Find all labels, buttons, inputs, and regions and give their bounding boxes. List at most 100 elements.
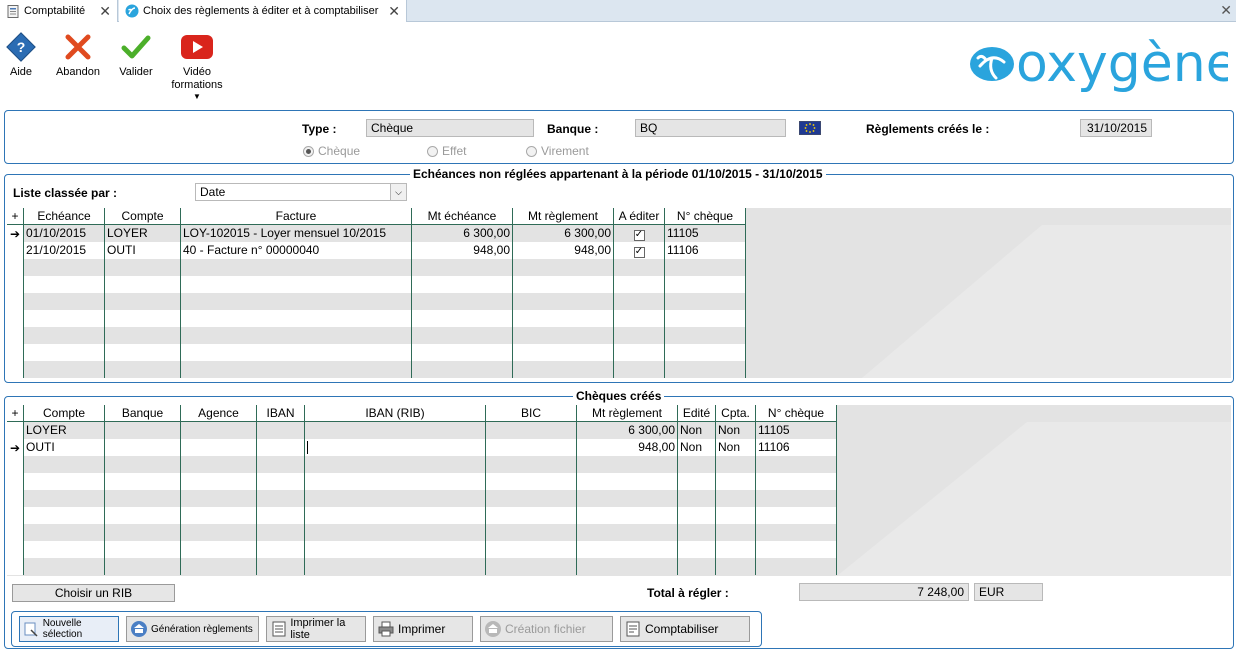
close-icon[interactable]: ✕ [388,3,400,20]
radio-effet[interactable]: Effet [427,144,466,158]
empty-cell[interactable] [486,524,577,541]
col-header[interactable]: N° chèque [756,405,837,422]
empty-cell[interactable] [305,541,486,558]
empty-cell[interactable] [665,310,746,327]
empty-cell[interactable] [257,541,305,558]
empty-cell[interactable] [412,276,513,293]
empty-cell[interactable] [486,456,577,473]
cell-agency[interactable] [181,439,257,456]
col-header[interactable]: Mt échéance [412,208,513,225]
empty-cell[interactable] [577,473,678,490]
empty-cell[interactable] [24,259,105,276]
empty-cell[interactable] [513,361,614,378]
empty-cell[interactable] [305,558,486,575]
cell-iban[interactable] [257,422,305,439]
empty-cell[interactable] [577,507,678,524]
empty-cell[interactable] [105,259,181,276]
empty-cell[interactable] [513,293,614,310]
row-selector[interactable] [7,558,24,575]
chevron-down-icon[interactable]: ▼ [171,92,223,101]
row-selector[interactable] [7,422,24,439]
empty-cell[interactable] [105,507,181,524]
row-selector[interactable] [7,344,24,361]
chevron-down-icon[interactable]: ⌵ [390,184,406,200]
row-selector[interactable] [7,327,24,344]
row-selector[interactable] [7,524,24,541]
checkbox-checked[interactable]: ✓ [633,229,645,241]
empty-cell[interactable] [24,344,105,361]
empty-cell[interactable] [756,490,837,507]
empty-cell[interactable] [665,327,746,344]
empty-row[interactable] [7,259,746,276]
col-header[interactable]: Edité [678,405,716,422]
empty-cell[interactable] [614,276,665,293]
empty-cell[interactable] [614,310,665,327]
empty-cell[interactable] [24,456,105,473]
empty-cell[interactable] [665,259,746,276]
empty-cell[interactable] [716,541,756,558]
empty-row[interactable] [7,541,837,558]
empty-cell[interactable] [181,541,257,558]
empty-row[interactable] [7,524,837,541]
empty-row[interactable] [7,507,837,524]
help-button[interactable]: ? Aide [4,30,38,78]
empty-cell[interactable] [577,490,678,507]
row-selector[interactable] [7,456,24,473]
row-selector[interactable] [7,293,24,310]
empty-cell[interactable] [486,541,577,558]
empty-cell[interactable] [716,507,756,524]
empty-cell[interactable] [105,293,181,310]
col-header[interactable]: Cpta. [716,405,756,422]
empty-cell[interactable] [305,456,486,473]
cancel-button[interactable]: Abandon [55,30,101,78]
radio-cheque[interactable]: Chèque [303,144,360,158]
empty-cell[interactable] [756,541,837,558]
empty-cell[interactable] [181,310,412,327]
empty-cell[interactable] [614,344,665,361]
empty-cell[interactable] [305,473,486,490]
empty-cell[interactable] [412,310,513,327]
empty-cell[interactable] [513,259,614,276]
row-selector[interactable] [7,242,24,259]
col-header[interactable]: A éditer [614,208,665,225]
col-header[interactable]: IBAN [257,405,305,422]
col-header[interactable]: Mt règlement [577,405,678,422]
empty-cell[interactable] [105,456,181,473]
empty-cell[interactable] [678,524,716,541]
validate-button[interactable]: Valider [118,30,154,78]
col-header[interactable]: Agence [181,405,257,422]
col-header[interactable]: Compte [105,208,181,225]
empty-row[interactable] [7,293,746,310]
empty-cell[interactable] [486,490,577,507]
empty-cell[interactable] [24,507,105,524]
cell-agency[interactable] [181,422,257,439]
sort-select[interactable]: Date ⌵ [195,183,407,201]
empty-cell[interactable] [105,524,181,541]
empty-cell[interactable] [181,473,257,490]
empty-cell[interactable] [24,541,105,558]
print-button[interactable]: Imprimer [373,616,473,642]
empty-cell[interactable] [513,344,614,361]
row-selector[interactable] [7,276,24,293]
empty-cell[interactable] [105,310,181,327]
col-header[interactable]: BIC [486,405,577,422]
cell-bank[interactable] [105,422,181,439]
empty-row[interactable] [7,490,837,507]
empty-cell[interactable] [412,361,513,378]
empty-cell[interactable] [105,344,181,361]
bank-field[interactable]: BQ [635,119,786,137]
cell-amount-paid[interactable]: 948,00 [513,242,614,259]
add-column-icon[interactable]: + [7,208,24,225]
empty-cell[interactable] [181,259,412,276]
empty-cell[interactable] [24,327,105,344]
empty-cell[interactable] [257,524,305,541]
row-selector[interactable] [7,541,24,558]
empty-cell[interactable] [577,558,678,575]
col-header[interactable]: IBAN (RIB) [305,405,486,422]
row-selector[interactable] [7,490,24,507]
empty-cell[interactable] [577,524,678,541]
empty-cell[interactable] [181,507,257,524]
empty-cell[interactable] [756,524,837,541]
empty-cell[interactable] [105,490,181,507]
create-file-button[interactable]: Création fichier [480,616,613,642]
